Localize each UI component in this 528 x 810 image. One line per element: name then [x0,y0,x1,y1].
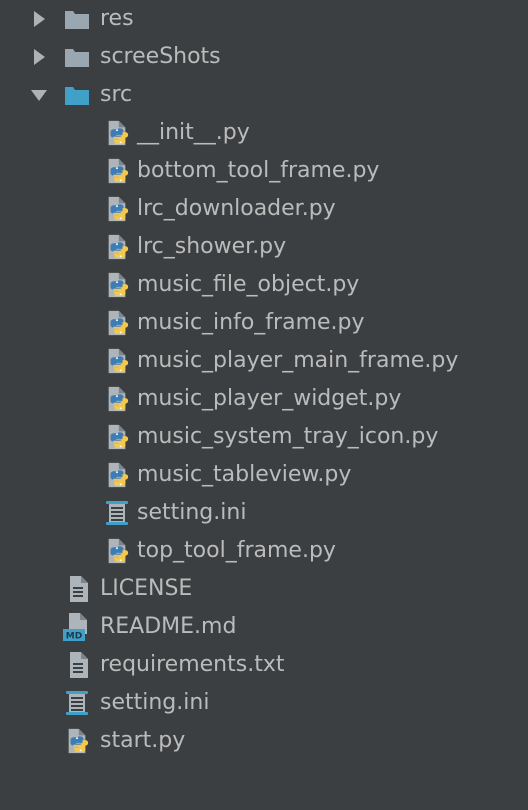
chevron-right-icon[interactable] [30,10,48,28]
ini-file-icon [63,689,91,717]
file-readme-md[interactable]: MD README.md [0,608,528,646]
file-label: setting.ini [137,500,247,525]
folder-icon [63,43,91,71]
text-file-icon [63,575,91,603]
file-label: lrc_downloader.py [137,196,336,221]
python-file-icon [103,233,131,261]
python-file-icon [103,271,131,299]
python-file-icon [63,727,91,755]
folder-label: screeShots [100,44,221,69]
chevron-down-icon[interactable] [30,86,48,104]
python-file-icon [103,347,131,375]
file-label: top_tool_frame.py [137,538,336,563]
text-file-icon [63,651,91,679]
file-label: music_tableview.py [137,462,352,487]
file-label: LICENSE [100,576,193,601]
folder-label: res [100,6,134,31]
python-file-icon [103,537,131,565]
source-folder-icon [63,81,91,109]
file-label: music_info_frame.py [137,310,365,335]
project-tree: res screeShots src __init__.py bottom_to… [0,0,528,810]
file-music-system-tray-icon-py[interactable]: music_system_tray_icon.py [0,418,528,456]
file-label: setting.ini [100,690,210,715]
file-bottom-tool-frame-py[interactable]: bottom_tool_frame.py [0,152,528,190]
python-file-icon [103,461,131,489]
folder-icon [63,5,91,33]
svg-text:MD: MD [66,632,82,642]
file-label: bottom_tool_frame.py [137,158,380,183]
chevron-right-icon[interactable] [30,48,48,66]
python-file-icon [103,195,131,223]
file-requirements-txt[interactable]: requirements.txt [0,646,528,684]
file-label: requirements.txt [100,652,285,677]
file-label: __init__.py [137,120,250,145]
file-license[interactable]: LICENSE [0,570,528,608]
folder-label: src [100,82,133,107]
file-music-player-main-frame-py[interactable]: music_player_main_frame.py [0,342,528,380]
file-music-info-frame-py[interactable]: music_info_frame.py [0,304,528,342]
file-label: music_system_tray_icon.py [137,424,439,449]
folder-src[interactable]: src [0,76,528,114]
python-file-icon [103,423,131,451]
folder-screeshots[interactable]: screeShots [0,38,528,76]
python-file-icon [103,309,131,337]
file-label: README.md [100,614,237,639]
file-music-player-widget-py[interactable]: music_player_widget.py [0,380,528,418]
python-file-icon [103,119,131,147]
file-label: music_player_widget.py [137,386,402,411]
file-label: start.py [100,728,186,753]
file-music-tableview-py[interactable]: music_tableview.py [0,456,528,494]
file-start-py[interactable]: start.py [0,722,528,760]
ini-file-icon [103,499,131,527]
file-label: lrc_shower.py [137,234,287,259]
python-file-icon [103,157,131,185]
python-file-icon [103,385,131,413]
file-music-file-object-py[interactable]: music_file_object.py [0,266,528,304]
file-top-tool-frame-py[interactable]: top_tool_frame.py [0,532,528,570]
file-lrc-downloader-py[interactable]: lrc_downloader.py [0,190,528,228]
file-lrc-shower-py[interactable]: lrc_shower.py [0,228,528,266]
markdown-file-icon: MD [63,613,91,642]
file-init-py[interactable]: __init__.py [0,114,528,152]
file-setting-ini[interactable]: setting.ini [0,494,528,532]
file-setting-ini[interactable]: setting.ini [0,684,528,722]
file-label: music_player_main_frame.py [137,348,459,373]
folder-res[interactable]: res [0,0,528,38]
file-label: music_file_object.py [137,272,360,297]
